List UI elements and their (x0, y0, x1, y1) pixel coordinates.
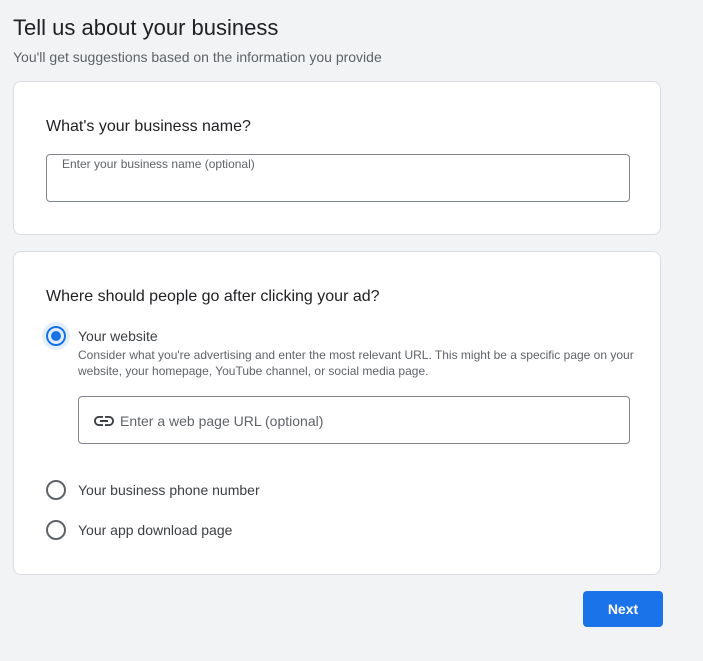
radio-option-phone[interactable]: Your business phone number (46, 480, 260, 500)
radio-label-app: Your app download page (78, 522, 233, 538)
radio-option-website[interactable]: Your website (42, 322, 158, 350)
business-name-card: What's your business name? Enter your bu… (13, 81, 661, 235)
radio-button-app[interactable] (46, 520, 66, 540)
next-button[interactable]: Next (583, 591, 663, 627)
page-subtitle: You'll get suggestions based on the info… (13, 49, 382, 65)
radio-button-website[interactable] (42, 322, 70, 350)
business-name-field[interactable]: Enter your business name (optional) (46, 154, 630, 202)
radio-checked-dot (51, 331, 61, 341)
radio-option-app[interactable]: Your app download page (46, 520, 232, 540)
radio-button-phone[interactable] (46, 480, 66, 500)
business-name-heading: What's your business name? (46, 118, 251, 135)
website-url-field[interactable] (78, 396, 630, 444)
ad-destination-heading: Where should people go after clicking yo… (46, 288, 380, 305)
website-description: Consider what you're advertising and ent… (78, 348, 634, 378)
business-name-label: Enter your business name (optional) (62, 157, 255, 171)
radio-label-website: Your website (78, 328, 158, 344)
page-title: Tell us about your business (13, 15, 279, 40)
business-name-input[interactable] (62, 173, 612, 197)
website-url-input[interactable] (120, 409, 620, 433)
ad-destination-card: Where should people go after clicking yo… (13, 251, 661, 575)
link-icon (92, 409, 116, 433)
radio-label-phone: Your business phone number (78, 482, 260, 498)
